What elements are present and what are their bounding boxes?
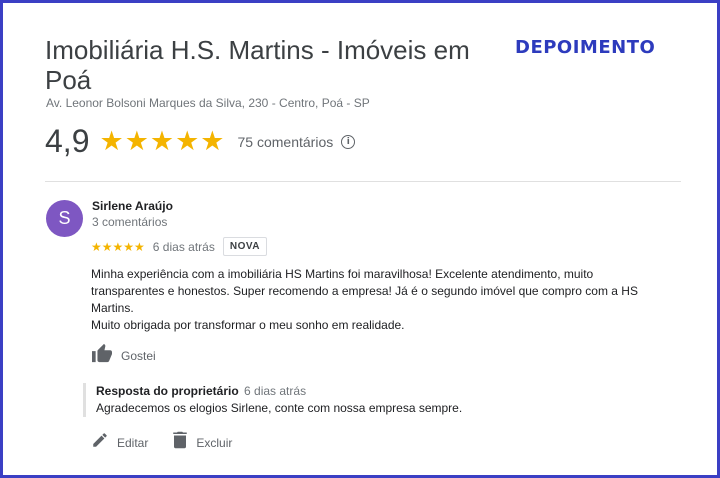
review-stars-icon: ★★★★★ (91, 239, 145, 254)
review-meta: ★★★★★ 6 dias atrás NOVA (91, 237, 267, 256)
delete-button[interactable]: Excluir (172, 431, 232, 454)
like-button[interactable]: Gostei (91, 343, 156, 368)
reviewer-review-count: 3 comentários (92, 215, 168, 229)
reply-header: Resposta do proprietário 6 dias atrás (96, 383, 643, 400)
delete-label: Excluir (196, 435, 233, 450)
review-count-link[interactable]: 75 comentários (238, 134, 334, 150)
rating-summary: 4,9 ★★★★★ 75 comentários i (45, 123, 356, 160)
reviewer-name[interactable]: Sirlene Araújo (92, 199, 173, 213)
reply-date: 6 dias atrás (244, 384, 307, 398)
avatar[interactable]: S (46, 200, 83, 237)
business-name: Imobiliária H.S. Martins - Imóveis em Po… (45, 35, 470, 95)
reply-owner-label: Resposta do proprietário (96, 384, 239, 398)
edit-label: Editar (117, 435, 149, 450)
depoimento-label: DEPOIMENTO (515, 37, 656, 58)
divider (45, 181, 681, 182)
reply-text: Agradecemos os elogios Sirlene, conte co… (96, 401, 463, 415)
review-card-frame: Imobiliária H.S. Martins - Imóveis em Po… (0, 0, 720, 478)
owner-reply: Resposta do proprietário 6 dias atrás Ag… (83, 383, 643, 417)
edit-button[interactable]: Editar (91, 431, 148, 454)
average-rating: 4,9 (45, 123, 90, 159)
reply-actions: Editar Excluir (91, 431, 256, 454)
review-text-paragraph: Muito obrigada por transformar o meu son… (91, 318, 405, 332)
info-icon[interactable]: i (341, 134, 356, 149)
review-text: Minha experiência com a imobiliária HS M… (91, 266, 661, 334)
pencil-icon (91, 431, 109, 454)
review-text-paragraph: Minha experiência com a imobiliária HS M… (91, 267, 638, 315)
rating-stars-icon: ★★★★★ (99, 126, 226, 156)
thumbs-up-icon (91, 343, 113, 368)
business-address: Av. Leonor Bolsoni Marques da Silva, 230… (46, 96, 370, 110)
new-badge: NOVA (222, 237, 267, 256)
trash-icon (172, 431, 188, 454)
review-date: 6 dias atrás (152, 239, 215, 254)
like-label: Gostei (121, 348, 156, 363)
